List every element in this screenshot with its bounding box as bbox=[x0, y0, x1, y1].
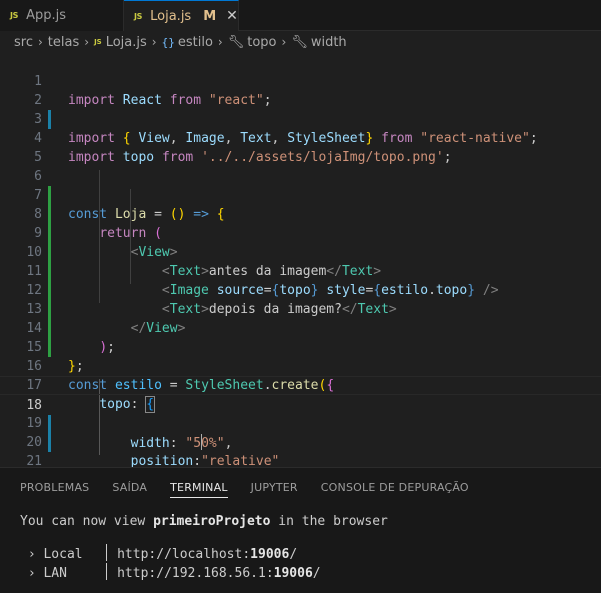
terminal-line: You can now view primeiroProjeto in the … bbox=[20, 514, 388, 529]
code-line: 10 <Image source={topo} style={estilo.to… bbox=[0, 224, 601, 298]
code-editor[interactable]: 1 import React from "react"; 2 import { … bbox=[0, 53, 601, 467]
lan-url[interactable]: http://192.168.56.1:19006/ bbox=[117, 566, 321, 581]
bottom-panel: PROBLEMAS SAÍDA TERMINAL JUPYTER CONSOLE… bbox=[0, 467, 601, 593]
chevron-right-icon: › bbox=[151, 35, 157, 49]
breadcrumb-item-width[interactable]: width bbox=[311, 35, 347, 50]
javascript-file-icon: JS bbox=[134, 11, 143, 21]
code-line: 21 } bbox=[0, 433, 601, 467]
code-line: 2 import { View, Image, Text, StyleSheet… bbox=[0, 72, 601, 146]
chevron-right-icon: › bbox=[37, 35, 43, 49]
terminal-line-local: › Local http://localhost:19006/ bbox=[20, 544, 297, 564]
breadcrumb-item-estilo[interactable]: estilo bbox=[178, 35, 213, 50]
separator bbox=[106, 544, 108, 561]
code-line-current: 18 width: "50%", bbox=[0, 376, 601, 451]
editor-tab-bar: JS App.js JS Loja.js M ✕ bbox=[0, 0, 601, 31]
chevron-right-icon: › bbox=[27, 566, 36, 581]
tab-title: App.js bbox=[26, 8, 67, 23]
tab-debug-console[interactable]: CONSOLE DE DEPURAÇÃO bbox=[321, 468, 469, 506]
terminal-line-lan: › LAN http://192.168.56.1:19006/ bbox=[20, 563, 321, 583]
code-line: 13 ); bbox=[0, 281, 601, 355]
code-line: 1 import React from "react"; bbox=[0, 53, 601, 108]
chevron-right-icon: › bbox=[281, 35, 287, 49]
code-line: 11 <Text>depois da imagem?</Text> bbox=[0, 243, 601, 317]
tab-terminal[interactable]: TERMINAL bbox=[170, 468, 228, 506]
code-line: 8 <View> bbox=[0, 186, 601, 260]
chevron-right-icon: › bbox=[217, 35, 223, 49]
tab-loja-js[interactable]: JS Loja.js M ✕ bbox=[124, 0, 239, 31]
close-icon[interactable]: ✕ bbox=[226, 8, 238, 24]
local-url[interactable]: http://localhost:19006/ bbox=[117, 547, 297, 562]
chevron-right-icon: › bbox=[84, 35, 90, 49]
code-line: 7 return ( bbox=[0, 167, 601, 241]
tab-output[interactable]: SAÍDA bbox=[112, 468, 147, 506]
modified-indicator: M bbox=[203, 8, 217, 24]
breadcrumb-item-telas[interactable]: telas bbox=[48, 35, 79, 50]
javascript-file-icon: JS bbox=[94, 38, 102, 46]
breadcrumb-item-file[interactable]: Loja.js bbox=[106, 35, 147, 50]
tab-app-js[interactable]: JS App.js bbox=[0, 0, 124, 31]
breadcrumb-item-src[interactable]: src bbox=[14, 35, 33, 50]
tab-title: Loja.js bbox=[150, 8, 192, 24]
code-line: 9 <Text>antes da imagem</Text> bbox=[0, 205, 601, 279]
separator bbox=[106, 563, 108, 580]
object-symbol-icon: {} bbox=[161, 35, 175, 49]
project-name: primeiroProjeto bbox=[153, 514, 271, 529]
property-wrench-icon: 🔧︎ bbox=[227, 34, 245, 50]
code-line: 15 bbox=[0, 319, 601, 355]
breadcrumb: src › telas › JS Loja.js › {} estilo › 🔧… bbox=[0, 31, 601, 53]
property-wrench-icon: 🔧︎ bbox=[291, 34, 308, 50]
code-line: 5 bbox=[0, 129, 601, 165]
code-line: 12 </View> bbox=[0, 262, 601, 336]
code-line: 6 const Loja = () => { bbox=[0, 148, 601, 222]
code-line: 17 topo: { bbox=[0, 357, 601, 413]
code-line: 4 import topo from '../../assets/lojaImg… bbox=[0, 110, 601, 165]
code-line: 3 bbox=[0, 91, 601, 127]
code-line: 19 position:"relative" bbox=[0, 395, 601, 467]
code-line: 20 bbox=[0, 414, 601, 450]
panel-tab-bar: PROBLEMAS SAÍDA TERMINAL JUPYTER CONSOLE… bbox=[0, 468, 601, 506]
javascript-file-icon: JS bbox=[10, 11, 19, 20]
tab-jupyter[interactable]: JUPYTER bbox=[251, 468, 298, 506]
code-line: 22 }); bbox=[0, 452, 601, 467]
code-line: 14 }; bbox=[0, 300, 601, 374]
chevron-right-icon: › bbox=[27, 547, 36, 562]
tab-problems[interactable]: PROBLEMAS bbox=[20, 468, 89, 506]
code-line: 16 const estilo = StyleSheet.create({ bbox=[0, 338, 601, 393]
breadcrumb-item-topo[interactable]: topo bbox=[247, 35, 276, 50]
